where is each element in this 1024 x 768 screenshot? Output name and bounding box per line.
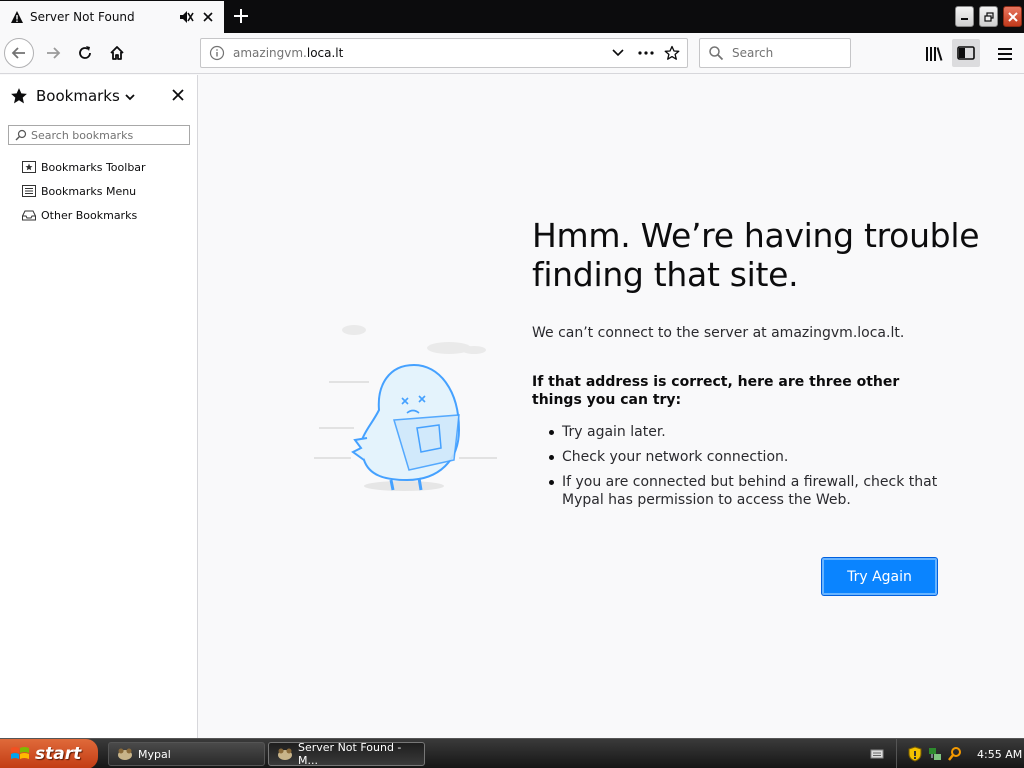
error-page: Hmm. We’re having trouble finding that s…	[199, 75, 1024, 738]
chevron-down-icon[interactable]	[607, 42, 629, 64]
error-description: We can’t connect to the server at amazin…	[532, 325, 905, 341]
mypal-icon	[117, 746, 133, 762]
taskbar-item-server-not-found[interactable]: Server Not Found - M...	[268, 741, 425, 767]
try-again-button[interactable]: Try Again	[822, 558, 937, 595]
list-item: If you are connected but behind a firewa…	[532, 473, 952, 509]
taskbar-item-mypal[interactable]: Mypal	[108, 742, 265, 766]
tab-server-not-found[interactable]: Server Not Found	[0, 1, 224, 33]
dinosaur-illustration	[314, 325, 497, 491]
forward-button[interactable]	[38, 39, 68, 67]
system-tray: 4:55 AM	[896, 739, 1024, 768]
sidebar-item-bookmarks-toolbar[interactable]: Bookmarks Toolbar	[22, 158, 146, 176]
bookmarks-toolbar-icon	[22, 160, 36, 174]
hamburger-menu-icon[interactable]	[993, 42, 1017, 66]
sidebar-item-label: Other Bookmarks	[41, 208, 138, 222]
bookmarks-sidebar: Bookmarks Search bookmarks Bookmarks Too…	[0, 75, 198, 738]
close-window-button[interactable]	[1003, 6, 1022, 27]
bookmark-star-icon[interactable]	[661, 42, 683, 64]
navigation-toolbar: amazingvm.loca.lt Search	[0, 33, 1024, 74]
info-icon[interactable]	[209, 45, 225, 61]
sidebar-toggle-icon[interactable]	[952, 39, 980, 67]
error-title: Hmm. We’re having trouble finding that s…	[532, 216, 980, 294]
minimize-window-button[interactable]	[955, 6, 974, 27]
other-bookmarks-icon	[22, 208, 36, 222]
search-bar[interactable]: Search	[699, 38, 851, 68]
sidebar-header[interactable]: Bookmarks	[10, 85, 190, 107]
suggestions-list: Try again later. Check your network conn…	[532, 423, 952, 516]
sidebar-item-other-bookmarks[interactable]: Other Bookmarks	[22, 206, 137, 224]
search-placeholder: Search	[732, 46, 774, 60]
windows-logo-icon	[10, 745, 30, 763]
new-tab-button[interactable]	[230, 5, 252, 27]
muted-icon[interactable]	[178, 9, 194, 25]
bookmarks-menu-icon	[22, 184, 36, 198]
close-sidebar-icon[interactable]	[170, 87, 186, 103]
home-button[interactable]	[102, 39, 132, 67]
taskbar: start Mypal Server Not Found - M... 4:55…	[0, 738, 1024, 768]
search-bookmarks-placeholder: Search bookmarks	[31, 128, 134, 142]
url-text[interactable]: amazingvm.loca.lt	[233, 46, 607, 60]
reload-button[interactable]	[70, 39, 100, 67]
task-label: Mypal	[138, 747, 171, 761]
task-label: Server Not Found - M...	[298, 741, 402, 767]
sidebar-item-label: Bookmarks Toolbar	[41, 160, 146, 174]
start-label: start	[35, 744, 82, 764]
close-tab-icon[interactable]	[200, 9, 216, 25]
warning-icon	[10, 10, 24, 24]
security-shield-icon[interactable]	[907, 746, 923, 762]
sidebar-item-bookmarks-menu[interactable]: Bookmarks Menu	[22, 182, 136, 200]
search-icon	[15, 129, 27, 141]
url-bar[interactable]: amazingvm.loca.lt	[200, 38, 688, 68]
restore-window-button[interactable]	[979, 6, 998, 27]
url-domain: loca.lt	[306, 46, 344, 60]
list-item: Check your network connection.	[532, 448, 952, 466]
sidebar-item-label: Bookmarks Menu	[41, 184, 137, 198]
star-icon	[10, 87, 28, 105]
start-button[interactable]: start	[0, 739, 98, 768]
library-icon[interactable]	[922, 42, 946, 66]
chevron-down-icon	[125, 91, 135, 101]
search-bookmarks-input[interactable]: Search bookmarks	[8, 125, 190, 145]
network-icon[interactable]	[927, 746, 943, 762]
page-actions-icon[interactable]	[635, 42, 657, 64]
mypal-icon	[277, 746, 293, 762]
sidebar-title: Bookmarks	[36, 87, 120, 105]
tab-title: Server Not Found	[30, 10, 135, 24]
list-item: Try again later.	[532, 423, 952, 441]
tab-strip: Server Not Found	[0, 0, 1024, 33]
back-button[interactable]	[4, 38, 34, 68]
search-tray-icon[interactable]	[947, 746, 963, 762]
search-icon	[708, 45, 724, 61]
clock: 4:55 AM	[977, 747, 1023, 761]
keyboard-icon[interactable]	[870, 747, 884, 761]
url-prefix: amazingvm.	[233, 46, 307, 60]
error-subtitle: If that address is correct, here are thr…	[532, 374, 900, 408]
